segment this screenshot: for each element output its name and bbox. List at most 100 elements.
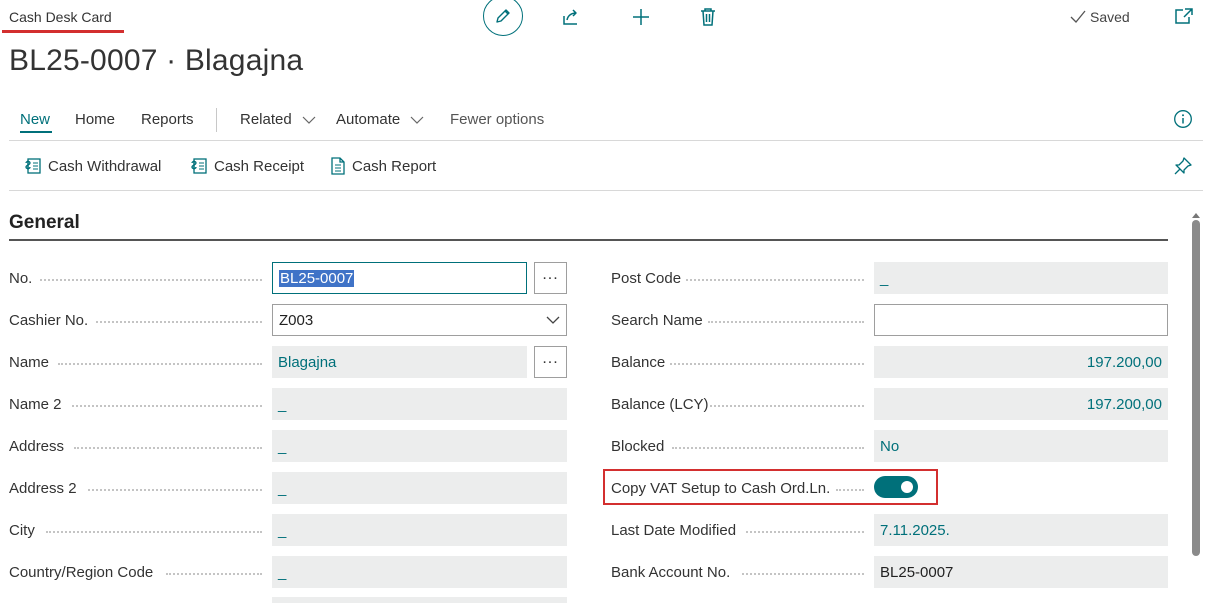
menu-divider <box>216 108 217 132</box>
leader-dots <box>686 279 864 281</box>
no-value: BL25-0007 <box>279 269 355 287</box>
page-caption: Cash Desk Card <box>9 9 112 25</box>
leader-dots <box>746 531 864 533</box>
balance-value: 197.200,00 <box>1086 353 1162 371</box>
actions-divider-line <box>9 190 1203 191</box>
leader-dots <box>166 573 262 575</box>
menu-divider-line <box>9 140 1203 141</box>
cash-report-action[interactable]: Cash Report <box>330 157 436 175</box>
bank-account-no-label: Bank Account No. <box>611 564 731 581</box>
leader-dots <box>72 405 262 407</box>
vertical-scrollbar-thumb[interactable] <box>1192 220 1200 556</box>
city-label: City <box>9 522 35 539</box>
pencil-icon <box>496 9 510 23</box>
menu-related[interactable]: Related <box>240 111 316 128</box>
pin-actions-button[interactable] <box>1171 154 1195 178</box>
trash-icon <box>701 8 715 26</box>
caret-up-icon <box>1192 213 1200 218</box>
address-2-field[interactable]: _ <box>272 472 567 504</box>
no-label: No. <box>9 270 33 287</box>
check-icon <box>1070 10 1086 23</box>
name-2-field[interactable]: _ <box>272 388 567 420</box>
post-code-value: _ <box>880 269 889 287</box>
menu-automate-label: Automate <box>336 111 401 128</box>
info-button[interactable] <box>1171 107 1195 131</box>
caption-highlight-underline <box>2 30 124 33</box>
next-field-partial <box>272 597 567 603</box>
open-new-window-button[interactable] <box>1172 4 1196 28</box>
post-code-field[interactable]: _ <box>874 262 1168 294</box>
blocked-value: No <box>880 437 900 455</box>
pin-icon <box>1174 157 1192 175</box>
blocked-label: Blocked <box>611 438 665 455</box>
leader-dots <box>88 489 262 491</box>
cash-receipt-action[interactable]: Cash Receipt <box>190 157 304 175</box>
leader-dots <box>46 531 262 533</box>
last-date-modified-field[interactable]: 7.11.2025. <box>874 514 1168 546</box>
section-general-title: General <box>9 212 80 233</box>
cashier-no-select[interactable]: Z003 <box>272 304 567 336</box>
balance-label: Balance <box>611 354 666 371</box>
chevron-down-icon <box>410 116 424 124</box>
name-label: Name <box>9 354 50 371</box>
plus-icon <box>633 9 649 25</box>
last-date-modified-value: 7.11.2025. <box>880 521 950 539</box>
share-icon <box>563 9 577 25</box>
name-lookup-button[interactable]: ... <box>534 346 567 378</box>
name-2-label: Name 2 <box>9 396 62 413</box>
blocked-field[interactable]: No <box>874 430 1168 462</box>
open-in-new-window-icon <box>1175 8 1193 24</box>
copy-vat-setup-label: Copy VAT Setup to Cash Ord.Ln. <box>611 480 831 497</box>
edit-button[interactable] <box>483 0 523 36</box>
menu-automate[interactable]: Automate <box>336 111 424 128</box>
leader-dots <box>708 321 864 323</box>
saved-label: Saved <box>1090 9 1130 25</box>
city-field[interactable]: _ <box>272 514 567 546</box>
no-lookup-button[interactable]: ... <box>534 262 567 294</box>
add-button[interactable] <box>629 5 653 29</box>
delete-button[interactable] <box>696 5 720 29</box>
menu-fewer-options[interactable]: Fewer options <box>450 111 544 128</box>
post-code-label: Post Code <box>611 270 682 287</box>
cash-withdrawal-action[interactable]: Cash Withdrawal <box>24 157 161 175</box>
leader-dots <box>74 447 262 449</box>
cash-receipt-label: Cash Receipt <box>214 157 305 175</box>
leader-dots <box>96 321 262 323</box>
address-value: _ <box>278 437 287 455</box>
address-label: Address <box>9 438 65 455</box>
no-field[interactable]: BL25-0007 <box>272 262 527 294</box>
cash-document-icon <box>191 158 207 174</box>
report-icon <box>331 157 345 175</box>
address-2-value: _ <box>278 479 287 497</box>
leader-dots <box>670 363 864 365</box>
ellipsis-icon: ... <box>542 350 559 367</box>
search-name-input[interactable] <box>874 304 1168 336</box>
menu-home[interactable]: Home <box>75 111 115 128</box>
info-icon <box>1174 110 1192 128</box>
balance-lcy-field[interactable]: 197.200,00 <box>874 388 1168 420</box>
cash-report-label: Cash Report <box>352 157 437 175</box>
menu-new[interactable]: New <box>20 111 50 128</box>
balance-lcy-label: Balance (LCY) <box>611 396 709 413</box>
name-2-value: _ <box>278 395 287 413</box>
address-field[interactable]: _ <box>272 430 567 462</box>
name-field[interactable]: Blagajna <box>272 346 527 378</box>
ellipsis-icon: ... <box>542 266 559 283</box>
copy-vat-setup-toggle[interactable] <box>874 476 918 498</box>
last-date-modified-label: Last Date Modified <box>611 522 737 539</box>
search-name-label: Search Name <box>611 312 703 329</box>
leader-dots <box>836 489 864 491</box>
address-2-label: Address 2 <box>9 480 77 497</box>
menu-related-label: Related <box>240 111 292 128</box>
balance-field[interactable]: 197.200,00 <box>874 346 1168 378</box>
page-title: BL25-0007 · Blagajna <box>9 44 304 77</box>
cash-withdrawal-label: Cash Withdrawal <box>48 157 162 175</box>
bank-account-no-field[interactable]: BL25-0007 <box>874 556 1168 588</box>
name-value: Blagajna <box>278 353 337 371</box>
bank-account-no-value: BL25-0007 <box>880 563 954 581</box>
share-button[interactable] <box>559 5 583 29</box>
leader-dots <box>742 573 864 575</box>
menu-reports[interactable]: Reports <box>141 111 194 128</box>
cash-document-icon <box>25 158 41 174</box>
country-region-code-field[interactable]: _ <box>272 556 567 588</box>
